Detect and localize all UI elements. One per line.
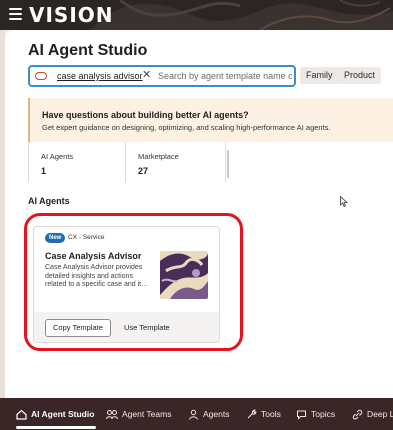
nav-label: Tools [261,409,281,419]
stat-label: Marketplace [138,152,179,161]
top-header-bar: VISION [0,0,393,30]
card-category: CX - Service [68,234,105,241]
banner-title: Have questions about building better AI … [42,110,249,120]
card-title[interactable]: Case Analysis Advisor [45,251,141,261]
stats-tabs: AI Agents 1 Marketplace 27 [28,142,393,182]
tools-icon [247,409,257,418]
nav-deep-links[interactable]: Deep L [352,398,393,430]
nav-topics[interactable]: Topics [296,398,335,430]
search-filter-chip[interactable]: case analysis advisor [54,69,146,83]
nav-label: Deep L [367,409,393,419]
card-description: Case Analysis Advisor provides detailed … [45,264,149,289]
nav-tools[interactable]: Tools [246,398,281,430]
filter-product-button[interactable]: Product [338,67,382,84]
nav-agents[interactable]: Agents [188,398,229,430]
search-box[interactable]: case analysis advisor ✕ [28,65,296,87]
tab-ai-agents[interactable]: AI Agents 1 [28,142,126,182]
tab-marketplace[interactable]: Marketplace 27 [126,142,226,182]
stat-value: 27 [138,166,149,176]
banner-subtitle: Get expert guidance on designing, optimi… [42,123,331,132]
use-template-button[interactable]: Use Template [124,319,170,337]
stat-value: 1 [41,166,47,176]
new-badge: New [45,233,66,243]
brand-logo[interactable]: VISION [29,3,114,27]
active-tab-indicator [16,426,96,429]
copy-template-button[interactable]: Copy Template [45,319,111,337]
search-input[interactable] [158,68,292,84]
card-footer: Copy Template Use Template [34,312,219,342]
topics-icon [297,410,306,420]
hamburger-menu-icon[interactable] [9,8,22,20]
nav-label: Agents [203,409,230,419]
card-illustration [160,251,208,299]
stat-label: AI Agents [41,152,74,161]
tag-icon [35,72,47,80]
filter-family-button[interactable]: Family [300,67,339,84]
bottom-navigation: AI Agent Studio Agent Teams Agents Tools… [0,398,393,430]
nav-label: Topics [311,409,336,419]
nav-agent-teams[interactable]: Agent Teams [106,398,171,430]
help-banner: Have questions about building better AI … [28,98,393,142]
agent-template-card[interactable]: New CX - Service Case Analysis Advisor C… [33,226,220,343]
agent-teams-icon [106,409,118,419]
page-title: AI Agent Studio [28,42,148,59]
mouse-pointer-icon [340,196,348,207]
deep-link-icon [352,409,363,420]
clear-chip-icon[interactable]: ✕ [142,68,151,82]
section-title: AI Agents [28,196,70,206]
stats-scrollbar[interactable] [227,150,229,178]
home-icon [16,409,27,420]
agents-icon [189,409,198,420]
nav-label: AI Agent Studio [31,409,95,419]
header-pattern-decoration [90,0,393,30]
nav-label: Agent Teams [122,409,172,419]
